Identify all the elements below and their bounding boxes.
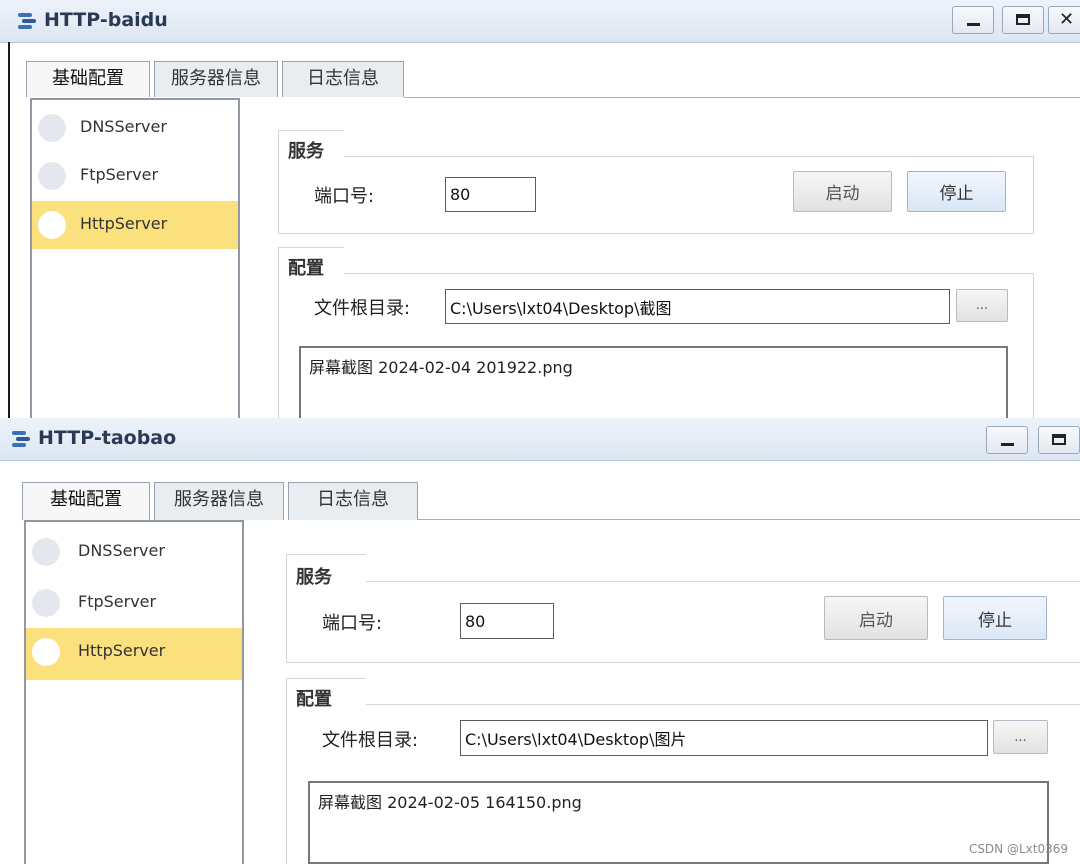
- minimize-button[interactable]: [986, 426, 1028, 454]
- server-app-icon: [12, 431, 30, 447]
- tab-server-info[interactable]: 服务器信息: [154, 61, 278, 97]
- server-app-icon: [18, 13, 36, 29]
- maximize-icon: [1052, 434, 1066, 445]
- sidebar-item-ftp[interactable]: FtpServer: [32, 152, 238, 200]
- file-list[interactable]: 屏幕截图 2024-02-05 164150.png: [308, 781, 1049, 864]
- port-label: 端口号:: [322, 613, 383, 634]
- stop-button[interactable]: 停止: [907, 171, 1006, 212]
- title-bar[interactable]: HTTP-taobao: [0, 418, 1080, 461]
- tab-log-info[interactable]: 日志信息: [282, 61, 404, 97]
- service-group-title: 服务: [288, 141, 324, 162]
- sidebar-item-dns[interactable]: DNSServer: [32, 104, 238, 152]
- close-icon: ✕: [1059, 9, 1075, 30]
- sidebar-item-http[interactable]: HttpServer: [26, 628, 242, 680]
- tab-log-info[interactable]: 日志信息: [288, 482, 418, 520]
- sidebar-item-label: FtpServer: [80, 165, 159, 184]
- sidebar-item-label: FtpServer: [78, 592, 157, 611]
- status-dot-icon: [32, 589, 60, 617]
- close-button[interactable]: ✕: [1048, 6, 1080, 34]
- file-list-item[interactable]: 屏幕截图 2024-02-04 201922.png: [309, 354, 573, 378]
- status-dot-icon: [32, 638, 60, 666]
- port-input[interactable]: 80: [445, 177, 536, 212]
- root-dir-label: 文件根目录:: [314, 298, 411, 319]
- status-dot-icon: [38, 162, 66, 190]
- tab-server-info[interactable]: 服务器信息: [154, 482, 284, 520]
- maximize-button[interactable]: [1002, 6, 1044, 34]
- window-http-baidu: HTTP-baidu ✕ 基础配置 服务器信息 日志信息 DNSServer F…: [0, 0, 1080, 418]
- port-label: 端口号:: [314, 186, 375, 207]
- server-list: DNSServer FtpServer HttpServer: [30, 98, 240, 418]
- port-input[interactable]: 80: [460, 603, 554, 639]
- maximize-button[interactable]: [1038, 426, 1080, 454]
- title-bar[interactable]: HTTP-baidu ✕: [0, 0, 1080, 43]
- minimize-icon: [967, 23, 980, 26]
- stop-button[interactable]: 停止: [943, 596, 1047, 640]
- status-dot-icon: [32, 538, 60, 566]
- config-group-title: 配置: [296, 689, 332, 710]
- minimize-icon: [1001, 443, 1014, 446]
- browse-button[interactable]: ...: [956, 289, 1008, 322]
- root-dir-label: 文件根目录:: [322, 730, 419, 751]
- window-title: HTTP-taobao: [38, 427, 177, 449]
- status-dot-icon: [38, 114, 66, 142]
- browse-button[interactable]: ...: [993, 720, 1048, 754]
- sidebar-item-label: DNSServer: [78, 541, 165, 560]
- root-dir-input[interactable]: C:\Users\lxt04\Desktop\截图: [445, 289, 950, 324]
- root-dir-input[interactable]: C:\Users\lxt04\Desktop\图片: [460, 720, 988, 756]
- sidebar-item-ftp[interactable]: FtpServer: [26, 579, 242, 629]
- file-list[interactable]: 屏幕截图 2024-02-04 201922.png: [299, 346, 1008, 418]
- watermark: CSDN @Lxt0369: [968, 842, 1068, 856]
- sidebar-item-label: DNSServer: [80, 117, 167, 136]
- file-list-item[interactable]: 屏幕截图 2024-02-05 164150.png: [318, 789, 582, 813]
- maximize-icon: [1016, 14, 1030, 25]
- tab-basic-config[interactable]: 基础配置: [22, 482, 150, 520]
- sidebar-item-label: HttpServer: [80, 214, 168, 233]
- tab-basic-config[interactable]: 基础配置: [26, 61, 150, 97]
- sidebar-item-dns[interactable]: DNSServer: [26, 528, 242, 578]
- window-left-frame: [8, 42, 10, 418]
- minimize-button[interactable]: [952, 6, 994, 34]
- status-dot-icon: [38, 211, 66, 239]
- server-list: DNSServer FtpServer HttpServer: [24, 520, 244, 864]
- start-button[interactable]: 启动: [793, 171, 892, 212]
- config-group-title: 配置: [288, 258, 324, 279]
- window-title: HTTP-baidu: [44, 9, 168, 31]
- tab-strip-line: [418, 519, 1080, 520]
- service-group-title: 服务: [296, 567, 332, 588]
- sidebar-item-http[interactable]: HttpServer: [32, 201, 238, 249]
- start-button[interactable]: 启动: [824, 596, 928, 640]
- tab-strip-line: [404, 97, 1080, 98]
- sidebar-item-label: HttpServer: [78, 641, 166, 660]
- window-http-taobao: HTTP-taobao 基础配置 服务器信息 日志信息 DNSServer Ft…: [0, 418, 1080, 864]
